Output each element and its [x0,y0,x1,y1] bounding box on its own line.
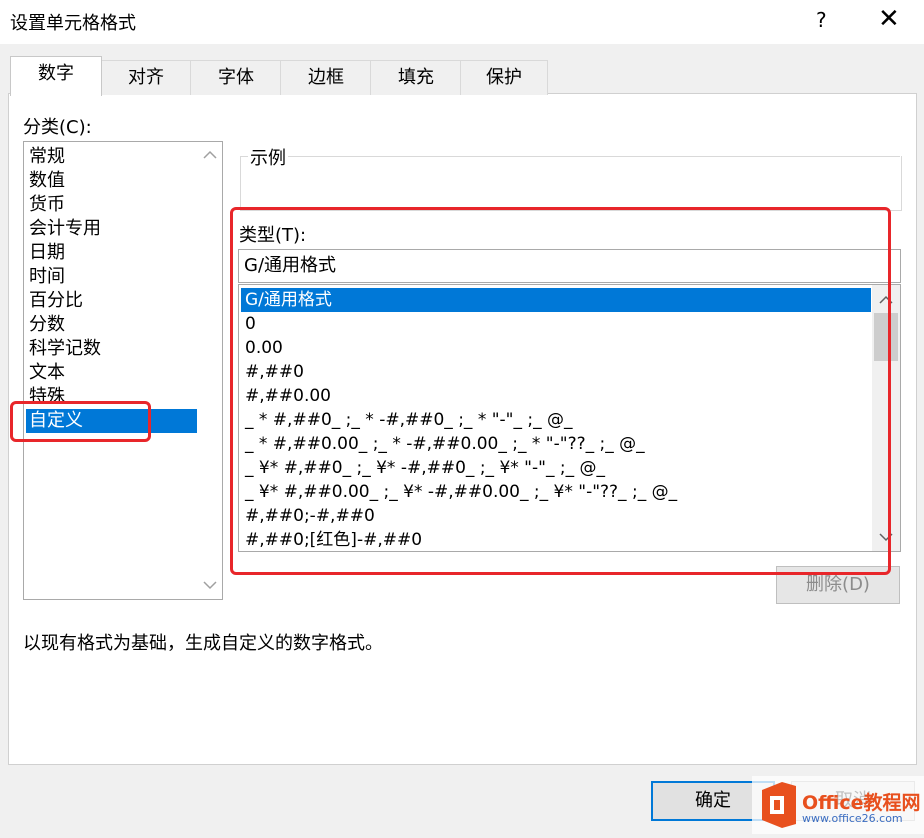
category-item[interactable]: 货币 [29,193,65,217]
category-item[interactable]: 分数 [29,313,65,337]
category-item[interactable]: 科学记数 [29,337,101,361]
tab-border[interactable]: 边框 [280,60,372,95]
category-label: 分类(C): [23,117,92,138]
category-item[interactable]: 常规 [29,145,65,169]
category-list[interactable]: 常规 数值 货币 会计专用 日期 时间 百分比 分数 科学记数 文本 特殊 自定… [23,141,223,600]
tab-font[interactable]: 字体 [190,60,282,95]
category-item[interactable]: 百分比 [29,289,83,313]
highlight-box-category [10,401,151,442]
tab-alignment[interactable]: 对齐 [100,60,192,95]
category-item[interactable]: 会计专用 [29,217,101,241]
description-text: 以现有格式为基础，生成自定义的数字格式。 [23,633,383,654]
close-button[interactable]: ✕ [878,4,900,34]
help-button[interactable]: ? [816,8,827,32]
highlight-box-type [230,207,891,575]
dialog-title: 设置单元格格式 [10,13,136,34]
title-bar [0,0,924,44]
tab-number[interactable]: 数字 [10,56,102,96]
watermark-brand: Office教程网 [802,792,921,814]
tab-fill[interactable]: 填充 [370,60,462,95]
category-item[interactable]: 数值 [29,169,65,193]
watermark: Office教程网 www.office26.com [752,776,924,834]
watermark-url: www.office26.com [802,812,903,825]
tab-protection[interactable]: 保护 [460,60,548,95]
close-icon: ✕ [878,4,900,34]
sample-label: 示例 [248,144,288,170]
scroll-up-icon[interactable] [202,148,218,160]
category-item[interactable]: 文本 [29,361,65,385]
category-item[interactable]: 时间 [29,265,65,289]
category-item[interactable]: 日期 [29,241,65,265]
scroll-down-icon[interactable] [202,580,218,592]
sample-box [240,156,902,211]
